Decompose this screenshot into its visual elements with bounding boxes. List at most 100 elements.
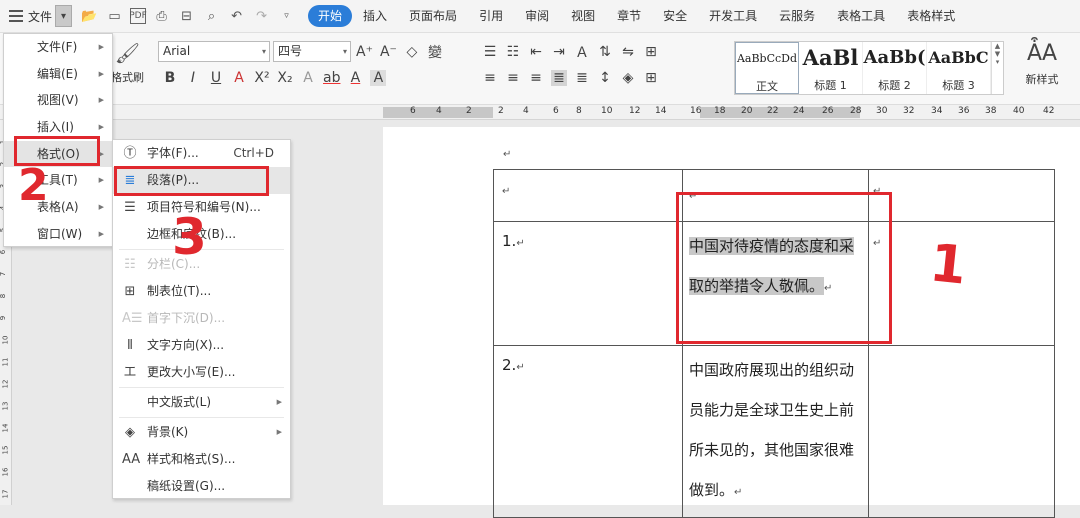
sort-icon[interactable]: ⇅ bbox=[597, 44, 613, 60]
format-painter-button[interactable]: 🖌 格式刷 bbox=[110, 41, 145, 91]
tab-references[interactable]: 引用 bbox=[468, 5, 514, 27]
clear-format-icon[interactable]: ◇ bbox=[404, 44, 420, 60]
numbering-icon[interactable]: ☷ bbox=[505, 44, 521, 60]
font-name-select[interactable]: Arial ▾ bbox=[158, 41, 270, 62]
increase-indent-icon[interactable]: ⇥ bbox=[551, 44, 567, 60]
submenu-item-background[interactable]: ◈ 背景(K) ▶ bbox=[113, 419, 290, 446]
show-marks-icon[interactable]: ⇋ bbox=[620, 44, 636, 60]
font-circle-icon: Ⓣ bbox=[123, 146, 137, 161]
shading-icon[interactable]: ◈ bbox=[620, 70, 636, 86]
ribbon-tabs: 开始 插入 页面布局 引用 审阅 视图 章节 安全 开发工具 云服务 表格工具 … bbox=[308, 5, 966, 27]
undo-icon[interactable]: ↶ bbox=[227, 7, 246, 26]
tab-cloud[interactable]: 云服务 bbox=[768, 5, 826, 27]
submenu-item-change-case[interactable]: エ 更改大小写(E)... bbox=[113, 359, 290, 386]
font-size-tools: A⁺ A⁻ ◇ 變 bbox=[356, 42, 443, 62]
tab-review[interactable]: 审阅 bbox=[514, 5, 560, 27]
bullets-icon: ☰ bbox=[124, 200, 136, 215]
tab-table-tools[interactable]: 表格工具 bbox=[826, 5, 896, 27]
superscript-icon[interactable]: X² bbox=[254, 70, 270, 86]
chevron-right-icon: ▶ bbox=[98, 43, 104, 51]
borders-icon[interactable]: ⊞ bbox=[643, 70, 659, 86]
submenu-item-font[interactable]: Ⓣ 字体(F)... Ctrl+D bbox=[113, 140, 290, 167]
phonetic-icon[interactable]: 變 bbox=[427, 42, 443, 62]
tab-home[interactable]: 开始 bbox=[308, 5, 353, 27]
paragraph-mark: ↵ bbox=[516, 362, 525, 373]
tab-developer[interactable]: 开发工具 bbox=[698, 5, 768, 27]
align-right-icon[interactable]: ≡ bbox=[528, 70, 544, 86]
highlight-icon[interactable]: ab bbox=[323, 70, 340, 86]
tab-page-layout[interactable]: 页面布局 bbox=[398, 5, 468, 27]
ribbon: 🖌 格式刷 Arial ▾ 四号 ▾ A⁺ A⁻ ◇ 變 B I U A X² … bbox=[0, 33, 1080, 105]
table-insert-icon[interactable]: ⊞ bbox=[643, 44, 659, 60]
save-icon[interactable]: ▭ bbox=[105, 7, 124, 26]
table-cell[interactable]: 中国政府展现出的组织动员能力是全球卫生史上前所未见的，其他国家很难做到。↵ bbox=[682, 345, 869, 518]
tab-insert[interactable]: 插入 bbox=[352, 5, 398, 27]
style-heading-1[interactable]: AaBl 标题 1 bbox=[799, 42, 863, 94]
chevron-down-icon[interactable]: ▾ bbox=[55, 5, 73, 27]
table-cell[interactable]: ↵ bbox=[868, 169, 1055, 222]
style-preview: AaBbC bbox=[928, 48, 989, 67]
subscript-icon[interactable]: X₂ bbox=[277, 70, 293, 86]
ruler-tick-label: 24 bbox=[793, 106, 805, 116]
redo-icon[interactable]: ↷ bbox=[252, 7, 271, 26]
distribute-icon[interactable]: ≣ bbox=[574, 70, 590, 86]
font-color-icon[interactable]: A bbox=[347, 70, 363, 86]
align-left-icon[interactable]: ≡ bbox=[482, 70, 498, 86]
annotation-box-selection bbox=[676, 192, 892, 344]
horizontal-ruler[interactable]: 6 4 2 2 4 6 8 10 12 14 16 18 20 22 24 26 28 30 32 34 36 38 40 4… bbox=[0, 105, 1080, 120]
ruler-tick-label: 42 bbox=[1043, 106, 1055, 116]
style-gallery-scroll[interactable]: ▲ ▼ ▾ bbox=[991, 42, 1003, 94]
align-center-icon[interactable]: ≡ bbox=[505, 70, 521, 86]
tab-view[interactable]: 视图 bbox=[560, 5, 606, 27]
submenu-item-chinese-layout[interactable]: 中文版式(L) ▶ bbox=[113, 389, 290, 416]
table-cell[interactable]: 1.↵ bbox=[493, 221, 683, 346]
chinese-layout-icon[interactable]: Ａ bbox=[574, 42, 590, 62]
table-cell[interactable]: ↵ bbox=[493, 169, 683, 222]
bold-icon[interactable]: B bbox=[162, 70, 178, 86]
menu-item-label: 窗口(W) bbox=[37, 226, 83, 241]
submenu-item-page-setup[interactable]: 稿纸设置(G)... bbox=[113, 473, 290, 500]
underline-icon[interactable]: U bbox=[208, 70, 224, 86]
table-cell[interactable]: 2.↵ bbox=[493, 345, 683, 518]
tab-security[interactable]: 安全 bbox=[652, 5, 698, 27]
zoom-icon[interactable]: ⌕ bbox=[202, 7, 221, 26]
chevron-right-icon: ▶ bbox=[98, 229, 104, 238]
open-icon[interactable]: 📂 bbox=[80, 7, 99, 26]
print-preview-icon[interactable]: ⊟ bbox=[177, 7, 196, 26]
ruler-tick-label: 15 bbox=[1, 445, 10, 455]
tab-table-style[interactable]: 表格样式 bbox=[896, 5, 966, 27]
bullets-icon[interactable]: ☰ bbox=[482, 44, 498, 60]
ruler-tick-label: 7 bbox=[0, 271, 8, 277]
more-icon[interactable]: ▿ bbox=[277, 7, 296, 26]
submenu-item-text-direction[interactable]: ⦀ 文字方向(X)... bbox=[113, 332, 290, 359]
font-size-select[interactable]: 四号 ▾ bbox=[273, 41, 351, 62]
menu-item-window[interactable]: 窗口(W) ▶ bbox=[4, 221, 112, 248]
line-spacing-icon[interactable]: ↕ bbox=[597, 70, 613, 86]
strikethrough-icon[interactable]: A bbox=[231, 70, 247, 86]
italic-icon[interactable]: I bbox=[185, 70, 201, 86]
table-cell[interactable] bbox=[868, 345, 1055, 518]
shrink-font-icon[interactable]: A⁻ bbox=[380, 44, 397, 60]
decrease-indent-icon[interactable]: ⇤ bbox=[528, 44, 544, 60]
menu-item-view[interactable]: 视图(V) ▶ bbox=[4, 87, 112, 114]
submenu-item-styles-formatting[interactable]: AA 样式和格式(S)... bbox=[113, 446, 290, 473]
style-heading-3[interactable]: AaBbC 标题 3 bbox=[927, 42, 991, 94]
justify-icon[interactable]: ≣ bbox=[551, 70, 567, 86]
grow-font-icon[interactable]: A⁺ bbox=[356, 44, 373, 60]
menu-item-file[interactable]: 文件(F) ▶ bbox=[4, 34, 112, 61]
style-heading-2[interactable]: AaBb( 标题 2 bbox=[863, 42, 927, 94]
char-shading-icon[interactable]: A bbox=[370, 70, 387, 86]
pdf-icon[interactable]: PDF bbox=[129, 8, 147, 24]
tab-chapter[interactable]: 章节 bbox=[606, 5, 652, 27]
menu-item-edit[interactable]: 编辑(E) ▶ bbox=[4, 61, 112, 88]
print-icon[interactable]: ⎙ bbox=[152, 7, 171, 26]
menu-item-label: 文件(F) bbox=[37, 40, 78, 54]
file-menu-button[interactable]: 文件 ▾ bbox=[9, 4, 73, 28]
submenu-item-label: 中文版式(L) bbox=[147, 395, 212, 409]
text-effect-icon[interactable]: A bbox=[300, 70, 316, 86]
submenu-item-tab-stops[interactable]: ⊞ 制表位(T)... bbox=[113, 278, 290, 305]
submenu-item-label: 首字下沉(D)... bbox=[147, 311, 226, 325]
style-normal[interactable]: AaBbCcDd 正文 bbox=[735, 42, 799, 94]
menu-separator bbox=[119, 387, 284, 388]
new-style-button[interactable]: A͒A 新样式 bbox=[1012, 41, 1072, 93]
